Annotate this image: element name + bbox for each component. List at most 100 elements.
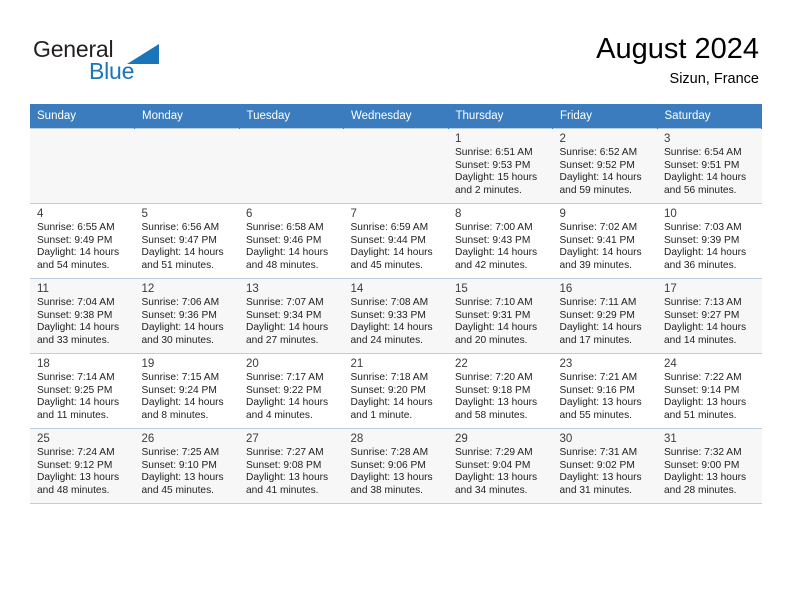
day-detail-sunset: Sunset: 9:25 PM bbox=[37, 384, 113, 396]
day-detail-daylight-line2: and 28 minutes. bbox=[664, 484, 737, 496]
day-detail-sunrise: Sunrise: 6:54 AM bbox=[664, 147, 742, 158]
calendar-day-cell[interactable]: 31 Sunrise: 7:32 AM Sunset: 9:00 PM Dayligh… bbox=[657, 428, 762, 504]
calendar-day-cell[interactable]: 20 Sunrise: 7:17 AM Sunset: 9:22 PM Dayligh… bbox=[239, 353, 344, 429]
day-detail-sunset: Sunset: 9:33 PM bbox=[350, 309, 426, 321]
calendar-day-cell[interactable]: 30 Sunrise: 7:31 AM Sunset: 9:02 PM Dayligh… bbox=[552, 428, 658, 504]
calendar-day-cell[interactable]: 4 Sunrise: 6:55 AM Sunset: 9:49 PM Daylight… bbox=[30, 203, 135, 279]
calendar-day-cell[interactable]: 17 Sunrise: 7:13 AM Sunset: 9:27 PM Dayligh… bbox=[657, 278, 762, 354]
day-detail-daylight-line2: and 27 minutes. bbox=[246, 334, 319, 346]
day-detail-daylight-line1: Daylight: 14 hours bbox=[246, 322, 329, 334]
calendar-day-cell[interactable]: 9 Sunrise: 7:02 AM Sunset: 9:41 PM Daylight… bbox=[552, 203, 657, 279]
day-detail-sunset: Sunset: 9:06 PM bbox=[350, 459, 426, 471]
day-detail-sunrise: Sunrise: 6:52 AM bbox=[559, 147, 638, 158]
day-number: 5 bbox=[141, 208, 148, 220]
weekday-header-friday: Friday bbox=[552, 104, 658, 129]
calendar-day-cell[interactable]: 8 Sunrise: 7:00 AM Sunset: 9:43 PM Daylight… bbox=[448, 203, 553, 279]
day-detail-daylight-line1: Daylight: 14 hours bbox=[141, 247, 224, 259]
calendar-day-cell[interactable]: 16 Sunrise: 7:11 AM Sunset: 9:29 PM Dayligh… bbox=[552, 278, 658, 354]
day-detail-daylight-line2: and 41 minutes. bbox=[246, 484, 319, 496]
day-details: Sunrise: 6:54 AM Sunset: 9:51 PM Daylight:… bbox=[664, 147, 755, 197]
day-details: Sunrise: 6:59 AM Sunset: 9:44 PM Daylight:… bbox=[351, 222, 442, 272]
calendar-day-cell[interactable]: 25 Sunrise: 7:24 AM Sunset: 9:12 PM Dayligh… bbox=[30, 428, 135, 504]
day-detail-sunset: Sunset: 9:02 PM bbox=[559, 459, 635, 471]
day-detail-daylight-line1: Daylight: 14 hours bbox=[664, 172, 747, 184]
calendar-day-cell[interactable]: 13 Sunrise: 7:07 AM Sunset: 9:34 PM Dayligh… bbox=[239, 278, 344, 354]
calendar-day-cell[interactable]: 2 Sunrise: 6:52 AM Sunset: 9:52 PM Daylight… bbox=[552, 128, 657, 204]
calendar-day-cell[interactable]: 29 Sunrise: 7:29 AM Sunset: 9:04 PM Dayligh… bbox=[448, 428, 553, 504]
calendar-cell-inner: 30 Sunrise: 7:31 AM Sunset: 9:02 PM Dayligh… bbox=[553, 429, 658, 498]
day-detail-daylight-line1: Daylight: 13 hours bbox=[141, 472, 224, 484]
calendar-day-cell[interactable]: 6 Sunrise: 6:58 AM Sunset: 9:46 PM Daylight… bbox=[239, 203, 344, 279]
calendar-day-cell[interactable]: 21 Sunrise: 7:18 AM Sunset: 9:20 PM Dayligh… bbox=[343, 353, 448, 429]
day-detail-daylight-line1: Daylight: 14 hours bbox=[559, 247, 642, 259]
day-detail-sunrise: Sunrise: 7:28 AM bbox=[350, 447, 429, 458]
calendar-day-cell[interactable]: 27 Sunrise: 7:27 AM Sunset: 9:08 PM Dayligh… bbox=[239, 428, 344, 504]
day-detail-sunrise: Sunrise: 7:27 AM bbox=[246, 447, 324, 458]
day-number: 24 bbox=[664, 358, 677, 370]
day-number: 6 bbox=[246, 208, 253, 220]
calendar-day-cell[interactable]: 7 Sunrise: 6:59 AM Sunset: 9:44 PM Daylight… bbox=[343, 203, 448, 279]
calendar-day-cell[interactable]: 26 Sunrise: 7:25 AM Sunset: 9:10 PM Dayligh… bbox=[134, 428, 239, 504]
day-details: Sunrise: 7:10 AM Sunset: 9:31 PM Daylight:… bbox=[455, 297, 546, 347]
day-number: 22 bbox=[455, 358, 468, 370]
calendar-day-cell[interactable]: 14 Sunrise: 7:08 AM Sunset: 9:33 PM Dayligh… bbox=[343, 278, 448, 354]
day-detail-daylight-line2: and 33 minutes. bbox=[37, 334, 110, 346]
day-details: Sunrise: 7:24 AM Sunset: 9:12 PM Daylight:… bbox=[37, 447, 128, 497]
calendar-day-cell[interactable]: 11 Sunrise: 7:04 AM Sunset: 9:38 PM Dayligh… bbox=[30, 278, 135, 354]
day-detail-daylight-line2: and 54 minutes. bbox=[37, 259, 110, 271]
calendar-day-cell[interactable]: 19 Sunrise: 7:15 AM Sunset: 9:24 PM Dayligh… bbox=[134, 353, 239, 429]
day-detail-sunset: Sunset: 9:08 PM bbox=[246, 459, 322, 471]
day-detail-sunrise: Sunrise: 7:11 AM bbox=[559, 297, 637, 308]
calendar-cell-inner: 15 Sunrise: 7:10 AM Sunset: 9:31 PM Dayligh… bbox=[448, 279, 553, 348]
day-detail-daylight-line1: Daylight: 14 hours bbox=[350, 322, 433, 334]
day-number: 20 bbox=[246, 358, 259, 370]
day-detail-daylight-line1: Daylight: 14 hours bbox=[37, 322, 120, 334]
calendar-cell-inner bbox=[344, 129, 449, 198]
calendar-day-cell[interactable]: 24 Sunrise: 7:22 AM Sunset: 9:14 PM Dayligh… bbox=[657, 353, 762, 429]
calendar-day-cell[interactable]: 5 Sunrise: 6:56 AM Sunset: 9:47 PM Daylight… bbox=[134, 203, 239, 279]
day-detail-sunrise: Sunrise: 7:21 AM bbox=[559, 372, 638, 383]
calendar-day-cell[interactable]: 3 Sunrise: 6:54 AM Sunset: 9:51 PM Daylight… bbox=[657, 128, 762, 204]
brand-logo[interactable]: General Blue bbox=[33, 36, 233, 88]
day-detail-sunrise: Sunrise: 6:55 AM bbox=[37, 222, 115, 233]
day-details: Sunrise: 7:17 AM Sunset: 9:22 PM Daylight:… bbox=[246, 372, 337, 422]
calendar-cell-inner bbox=[30, 129, 135, 198]
weekday-header-sunday: Sunday bbox=[30, 104, 135, 129]
calendar-day-cell[interactable]: 1 Sunrise: 6:51 AM Sunset: 9:53 PM Daylight… bbox=[448, 128, 553, 204]
calendar-cell-inner: 18 Sunrise: 7:14 AM Sunset: 9:25 PM Dayligh… bbox=[30, 354, 135, 423]
calendar-cell-inner: 25 Sunrise: 7:24 AM Sunset: 9:12 PM Dayligh… bbox=[30, 429, 135, 498]
calendar-page: General Blue August 2024 Sizun, France S… bbox=[0, 0, 792, 612]
calendar-day-cell[interactable]: 18 Sunrise: 7:14 AM Sunset: 9:25 PM Dayligh… bbox=[30, 353, 135, 429]
day-detail-daylight-line1: Daylight: 14 hours bbox=[246, 397, 329, 409]
calendar-day-cell[interactable]: 15 Sunrise: 7:10 AM Sunset: 9:31 PM Dayligh… bbox=[448, 278, 553, 354]
day-detail-daylight-line2: and 20 minutes. bbox=[455, 334, 528, 346]
day-detail-sunset: Sunset: 9:00 PM bbox=[664, 459, 740, 471]
day-detail-daylight-line2: and 2 minutes. bbox=[455, 184, 522, 196]
day-detail-daylight-line1: Daylight: 14 hours bbox=[350, 397, 433, 409]
day-detail-sunset: Sunset: 9:10 PM bbox=[141, 459, 217, 471]
day-number: 4 bbox=[37, 208, 44, 220]
day-detail-daylight-line1: Daylight: 13 hours bbox=[559, 397, 642, 409]
day-details: Sunrise: 7:11 AM Sunset: 9:29 PM Daylight:… bbox=[560, 297, 651, 347]
day-detail-daylight-line2: and 24 minutes. bbox=[350, 334, 424, 346]
day-details: Sunrise: 7:04 AM Sunset: 9:38 PM Daylight:… bbox=[37, 297, 128, 347]
calendar-day-cell[interactable]: 28 Sunrise: 7:28 AM Sunset: 9:06 PM Dayligh… bbox=[343, 428, 448, 504]
calendar-day-cell[interactable]: 23 Sunrise: 7:21 AM Sunset: 9:16 PM Dayligh… bbox=[552, 353, 657, 429]
day-detail-daylight-line1: Daylight: 13 hours bbox=[664, 397, 747, 409]
day-detail-daylight-line2: and 45 minutes. bbox=[350, 259, 424, 271]
day-details: Sunrise: 7:25 AM Sunset: 9:10 PM Daylight:… bbox=[142, 447, 233, 497]
calendar-cell-empty bbox=[134, 128, 239, 204]
day-detail-daylight-line1: Daylight: 14 hours bbox=[559, 322, 642, 334]
calendar-day-cell[interactable]: 22 Sunrise: 7:20 AM Sunset: 9:18 PM Dayligh… bbox=[448, 353, 553, 429]
day-detail-daylight-line2: and 36 minutes. bbox=[664, 259, 737, 271]
day-number: 21 bbox=[350, 358, 364, 370]
day-detail-sunset: Sunset: 9:14 PM bbox=[664, 384, 740, 396]
day-detail-sunrise: Sunrise: 7:24 AM bbox=[37, 447, 115, 458]
calendar-day-cell[interactable]: 12 Sunrise: 7:06 AM Sunset: 9:36 PM Dayligh… bbox=[134, 278, 239, 354]
day-number: 23 bbox=[559, 358, 573, 370]
calendar-day-cell[interactable]: 10 Sunrise: 7:03 AM Sunset: 9:39 PM Dayligh… bbox=[657, 203, 762, 279]
day-detail-daylight-line2: and 17 minutes. bbox=[559, 334, 633, 346]
day-detail-sunset: Sunset: 9:51 PM bbox=[664, 159, 740, 171]
day-details: Sunrise: 7:18 AM Sunset: 9:20 PM Daylight:… bbox=[351, 372, 442, 422]
calendar-cell-inner: 16 Sunrise: 7:11 AM Sunset: 9:29 PM Dayligh… bbox=[553, 279, 658, 348]
